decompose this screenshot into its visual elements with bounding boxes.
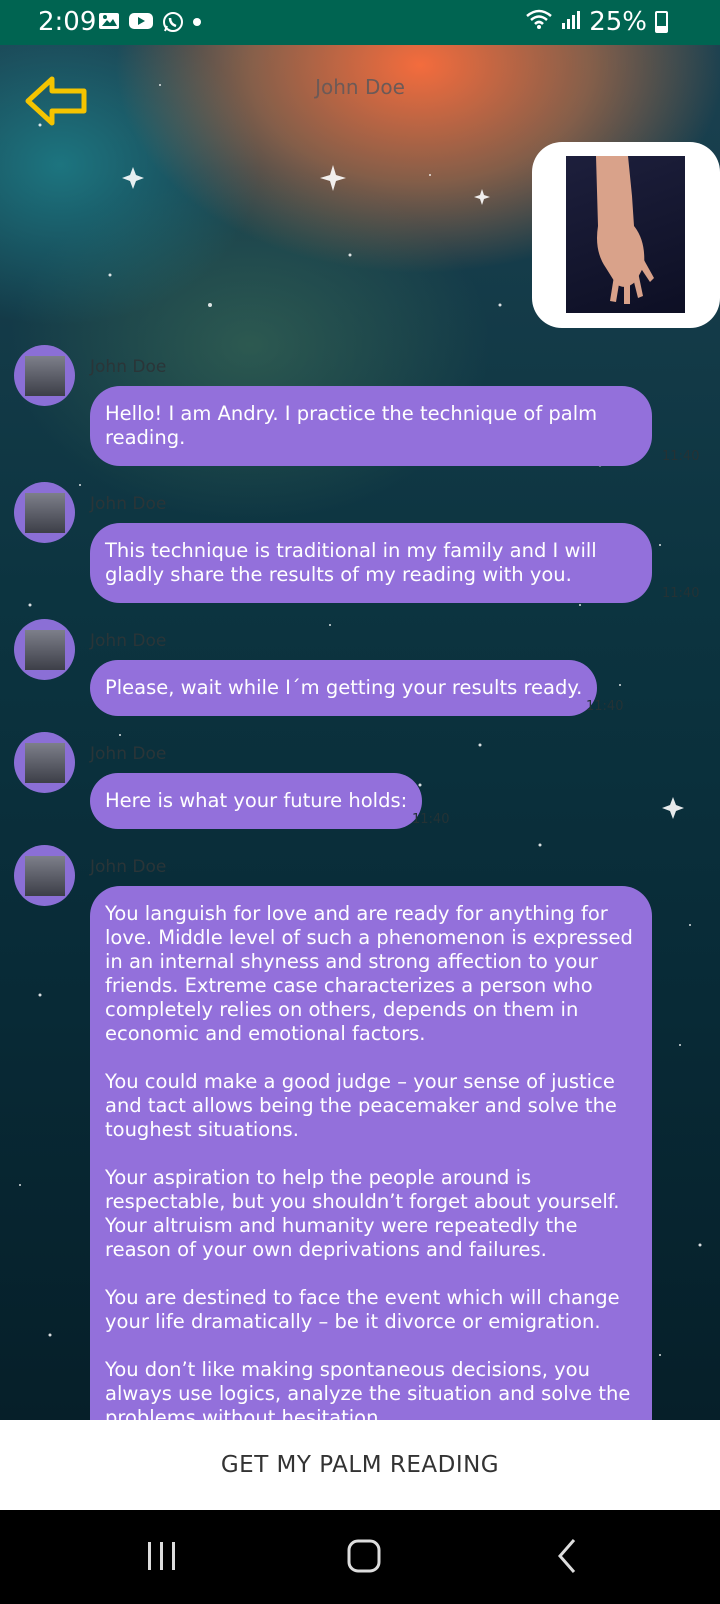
signal-icon: [561, 7, 581, 37]
message-time: 11:40: [586, 699, 624, 714]
avatar[interactable]: [14, 345, 75, 406]
status-right: 25%: [525, 7, 668, 37]
battery-icon: [655, 11, 668, 33]
avatar[interactable]: [14, 619, 75, 680]
back-icon[interactable]: [516, 1510, 616, 1600]
message-time: 11:40: [412, 812, 450, 827]
message-bubble[interactable]: Hello! I am Andry. I practice the techni…: [90, 386, 652, 466]
avatar[interactable]: [14, 845, 75, 906]
status-bar: 2:09 25%: [0, 0, 720, 45]
home-icon[interactable]: [314, 1510, 414, 1600]
battery-percent: 25%: [589, 7, 647, 37]
avatar[interactable]: [14, 732, 75, 793]
whatsapp-icon: [162, 11, 184, 32]
message-bubble[interactable]: This technique is traditional in my fami…: [90, 523, 652, 603]
sender-name: John Doe: [90, 494, 167, 514]
sender-name: John Doe: [90, 357, 167, 377]
sender-name: John Doe: [90, 744, 167, 764]
dot-icon: [192, 11, 202, 31]
message-time: 11:40: [662, 449, 700, 464]
status-time: 2:09: [38, 7, 97, 37]
wifi-icon: [525, 7, 553, 37]
chat-area[interactable]: John Doe John Doe Hello! I am Andry. I p…: [0, 45, 720, 1420]
navigation-bar: [0, 1510, 720, 1600]
recent-apps-icon[interactable]: [112, 1510, 212, 1600]
gallery-icon: [98, 11, 120, 31]
message-bubble[interactable]: Please, wait while I´m getting your resu…: [90, 660, 598, 716]
youtube-icon: [128, 11, 154, 31]
image-message[interactable]: [532, 142, 720, 328]
message-time: 11:40: [662, 586, 700, 601]
sender-name: John Doe: [90, 631, 167, 651]
message-bubble[interactable]: You languish for love and are ready for …: [90, 886, 652, 1420]
palm-photo[interactable]: [566, 156, 685, 313]
get-palm-reading-button[interactable]: GET MY PALM READING: [0, 1420, 720, 1510]
avatar[interactable]: [14, 482, 75, 543]
notification-icons: [98, 11, 202, 32]
sender-name: John Doe: [90, 857, 167, 877]
chat-title: John Doe: [315, 75, 405, 99]
message-bubble[interactable]: Here is what your future holds:: [90, 773, 423, 829]
cta-bar: GET MY PALM READING: [0, 1420, 720, 1510]
